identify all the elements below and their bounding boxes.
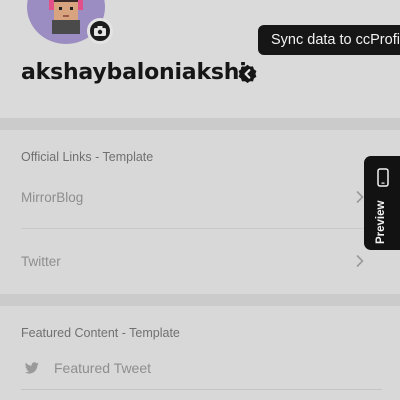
section-separator <box>0 294 400 306</box>
profile-header: akshaybaloniakshi <box>0 0 400 118</box>
official-links-section: Official Links - Template MirrorBlog Twi… <box>0 130 400 294</box>
featured-item-label: Featured Tweet <box>54 360 152 376</box>
section-separator <box>0 118 400 130</box>
featured-content-title: Featured Content - Template <box>21 326 180 340</box>
twitter-icon <box>25 362 39 374</box>
official-links-title: Official Links - Template <box>21 150 154 164</box>
sync-tooltip: Sync data to ccProfile <box>258 25 400 55</box>
change-photo-button[interactable] <box>87 18 113 44</box>
preview-label: Preview <box>375 200 387 244</box>
link-label: MirrorBlog <box>21 189 84 205</box>
link-row-mirrorblog[interactable]: MirrorBlog <box>0 165 382 229</box>
link-label: Twitter <box>21 253 61 269</box>
divider <box>21 389 382 390</box>
chevron-right-icon <box>356 254 364 268</box>
phone-icon <box>377 168 389 187</box>
preview-button[interactable]: Preview <box>364 156 400 250</box>
featured-tweet-item[interactable]: Featured Tweet <box>21 353 381 385</box>
camera-icon <box>94 26 106 36</box>
link-row-twitter[interactable]: Twitter <box>0 229 382 293</box>
verified-badge-icon <box>238 64 257 83</box>
avatar-container[interactable] <box>27 0 113 44</box>
profile-username: akshaybaloniakshi <box>21 60 247 85</box>
